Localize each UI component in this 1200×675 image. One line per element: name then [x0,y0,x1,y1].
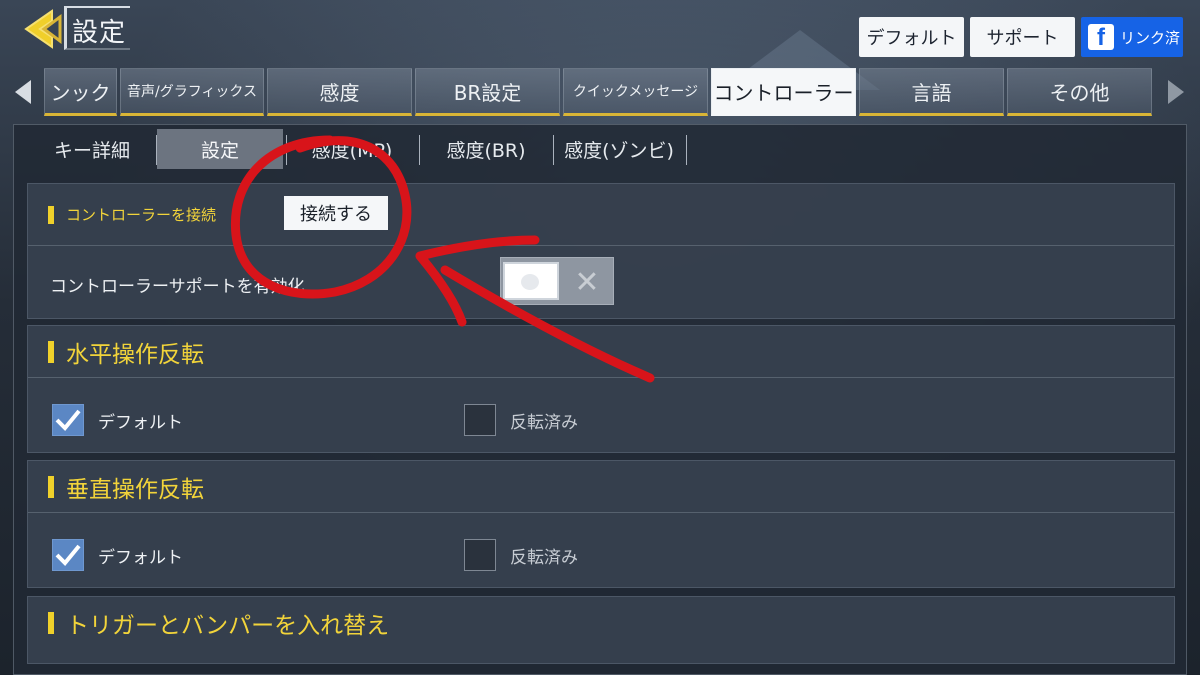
settings-panel: キー詳細 設定 感度(MP) 感度(BR) 感度(ゾンビ) コントローラーを接続… [13,124,1187,675]
horizontal-default-option[interactable]: デフォルト [52,404,183,436]
tab-audio-graphics[interactable]: 音声/グラフィックス [120,68,264,116]
subtab-key-details[interactable]: キー詳細 [28,129,156,169]
controller-support-label: コントローラーサポートを有効化 [50,277,305,297]
horizontal-invert-heading: 水平操作反転 [66,341,204,368]
option-label: デフォルト [98,412,183,433]
vertical-invert-heading: 垂直操作反転 [66,476,204,503]
checkbox-checked[interactable] [52,539,84,571]
swap-triggers-heading: トリガーとバンパーを入れ替え [66,613,390,639]
checkbox[interactable] [464,539,496,571]
header: 設定 デフォルト サポート f リンク済 [0,0,1200,64]
section-marker [48,340,54,363]
facebook-link-label: リンク済 [1119,28,1180,47]
back-arrow-icon [24,9,62,49]
tab-partial[interactable]: ンック [44,68,117,116]
vertical-invert-section: 垂直操作反転 デフォルト 反転済み [27,460,1175,588]
controller-connect-heading: コントローラーを接続 [66,206,217,224]
tab-br-settings[interactable]: BR設定 [415,68,560,116]
controller-support-toggle[interactable]: ✕ [500,257,614,305]
section-marker [48,205,54,224]
tab-scroll-left-icon[interactable] [15,80,31,104]
checkmark-icon [55,544,81,566]
checkmark-icon [55,409,81,431]
checkbox[interactable] [464,404,496,436]
connect-button[interactable]: 接続する [284,196,388,230]
subtab-divider [686,135,687,165]
subtab-sensitivity-br[interactable]: 感度(BR) [420,129,552,169]
swap-triggers-section: トリガーとバンパーを入れ替え [27,596,1175,664]
subtab-settings[interactable]: 設定 [157,129,283,169]
option-label: 反転済み [510,412,578,433]
facebook-link-button[interactable]: f リンク済 [1081,17,1183,57]
swap-triggers-header: トリガーとバンパーを入れ替え [28,597,1174,649]
sub-tabs: キー詳細 設定 感度(MP) 感度(BR) 感度(ゾンビ) [14,125,1188,171]
vertical-invert-header: 垂直操作反転 [28,461,1174,513]
vertical-inverted-option[interactable]: 反転済み [464,539,578,571]
toggle-knob [503,262,559,300]
default-button[interactable]: デフォルト [859,17,964,57]
section-marker [48,612,54,634]
option-label: デフォルト [98,547,183,568]
section-marker [48,475,54,498]
vertical-default-option[interactable]: デフォルト [52,539,183,571]
tab-controller[interactable]: コントローラー [711,68,856,116]
tab-scroll-right-icon[interactable] [1168,80,1184,104]
tab-sensitivity[interactable]: 感度 [267,68,412,116]
checkbox-checked[interactable] [52,404,84,436]
page-title: 設定 [72,18,127,48]
support-button[interactable]: サポート [970,17,1075,57]
facebook-icon: f [1087,24,1114,50]
subtab-sensitivity-mp[interactable]: 感度(MP) [287,129,417,169]
option-label: 反転済み [510,547,578,568]
tab-language[interactable]: 言語 [859,68,1004,116]
horizontal-inverted-option[interactable]: 反転済み [464,404,578,436]
horizontal-invert-header: 水平操作反転 [28,326,1174,378]
controller-section: コントローラーを接続 接続する コントローラーサポートを有効化 ✕ [27,183,1175,319]
tab-quick-message[interactable]: クイックメッセージ [563,68,708,116]
horizontal-invert-section: 水平操作反転 デフォルト 反転済み [27,325,1175,453]
subtab-sensitivity-zombie[interactable]: 感度(ゾンビ) [554,129,684,169]
tab-other[interactable]: その他 [1007,68,1152,116]
close-icon: ✕ [574,264,600,300]
main-tabs: ンック 音声/グラフィックス 感度 BR設定 クイックメッセージ コントローラー… [0,66,1200,120]
controller-section-header: コントローラーを接続 [28,184,1174,246]
